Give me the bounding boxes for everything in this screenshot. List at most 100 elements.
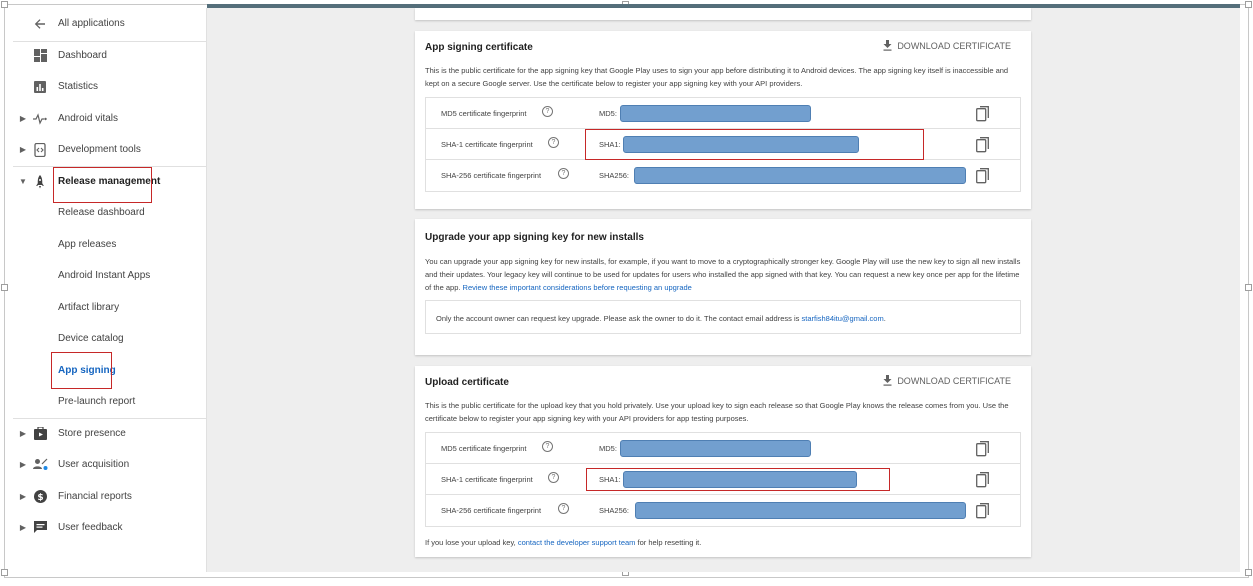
selection-frame-right [1248,4,1249,578]
card-title: Upload certificate [425,377,509,388]
copy-icon[interactable] [976,106,990,122]
dollar-icon: $ [32,489,48,505]
fingerprint-label: MD5 certificate fingerprint [441,444,527,453]
sidebar-item-release-dashboard[interactable]: Release dashboard [13,197,207,228]
vitals-pulse-icon [32,111,48,127]
app-signing-certificate-card: App signing certificate DOWNLOAD CERTIFI… [415,31,1031,209]
card-title: Upgrade your app signing key for new ins… [425,232,644,243]
previous-card [415,8,1031,20]
notice-text: Only the account owner can request key u… [436,314,802,323]
sidebar-item-user-acquisition[interactable]: ▶ User acquisition [13,449,207,480]
sidebar-item-financial-reports[interactable]: ▶ $ Financial reports [13,481,207,512]
fingerprint-row-sha256: SHA-256 certificate fingerprint ? SHA256… [426,495,1020,526]
help-icon[interactable]: ? [558,168,569,179]
resize-handle[interactable] [1245,1,1252,8]
highlight-box [585,129,924,160]
download-certificate-button[interactable]: DOWNLOAD CERTIFICATE [883,375,1011,386]
redacted-fingerprint [620,440,811,457]
card-description: You can upgrade your app signing key for… [425,255,1021,294]
fingerprint-row-md5: MD5 certificate fingerprint ? MD5: [426,433,1020,464]
caret-right-icon: ▶ [19,492,27,501]
caret-right-icon: ▶ [19,523,27,532]
sidebar-item-artifact-library[interactable]: Artifact library [13,292,207,323]
svg-text:$: $ [37,493,43,503]
upgrade-key-card: Upgrade your app signing key for new ins… [415,219,1031,355]
sidebar-item-label: Pre-launch report [58,396,136,407]
download-label: DOWNLOAD CERTIFICATE [897,375,1011,386]
sidebar-item-label: Android Instant Apps [58,270,151,281]
redacted-fingerprint [634,167,966,184]
owner-notice: Only the account owner can request key u… [425,300,1021,334]
highlight-box [51,352,112,389]
fingerprint-prefix: MD5: [599,109,617,118]
copy-icon[interactable] [976,472,990,488]
arrow-back-icon [32,16,48,32]
feedback-icon [32,520,48,536]
upload-certificate-card: Upload certificate DOWNLOAD CERTIFICATE … [415,366,1031,557]
redacted-fingerprint [620,105,811,122]
fingerprint-label: SHA-256 certificate fingerprint [441,171,542,180]
card-description: This is the public certificate for the u… [425,401,1009,423]
footer-text: If you lose your upload key, [425,538,518,547]
sidebar-item-label: Android vitals [58,113,119,124]
caret-right-icon: ▶ [19,114,27,123]
selection-frame-bottom [4,577,1249,578]
footer-text-end: for help resetting it. [635,538,702,547]
selection-frame-left [4,4,5,578]
fingerprint-prefix: SHA256: [599,171,630,180]
sidebar-item-label: All applications [58,18,125,29]
download-icon [883,40,892,51]
sidebar-item-pre-launch-report[interactable]: Pre-launch report [13,386,207,417]
copy-icon[interactable] [976,137,990,153]
sidebar-item-label: Financial reports [58,491,132,502]
copy-icon[interactable] [976,503,990,519]
download-icon [883,375,892,386]
owner-email-link[interactable]: starfish84itu@gmail.com [801,314,883,323]
fingerprint-row-md5: MD5 certificate fingerprint ? MD5: [426,98,1020,129]
sidebar-item-android-vitals[interactable]: ▶ Android vitals [13,103,207,134]
help-icon[interactable]: ? [548,137,559,148]
download-label: DOWNLOAD CERTIFICATE [897,40,1011,51]
fingerprint-prefix: SHA256: [599,506,630,515]
dev-tools-icon [32,142,48,158]
resize-handle[interactable] [1245,284,1252,291]
bar-chart-icon [32,79,48,95]
caret-down-icon: ▼ [19,177,27,186]
sidebar-item-statistics[interactable]: Statistics [13,71,207,102]
help-icon[interactable]: ? [548,472,559,483]
review-considerations-link[interactable]: Review these important considerations be… [463,283,692,292]
notice-end: . [883,314,886,323]
sidebar-item-development-tools[interactable]: ▶ Development tools [13,134,207,165]
highlight-box [586,468,890,491]
resize-handle[interactable] [1245,569,1252,576]
developer-support-link[interactable]: contact the developer support team [518,538,636,547]
upload-footer: If you lose your upload key, contact the… [425,536,1021,549]
sidebar-item-user-feedback[interactable]: ▶ User feedback [13,512,207,543]
sidebar-item-label: Development tools [58,144,141,155]
sidebar-item-app-releases[interactable]: App releases [13,229,207,260]
help-icon[interactable]: ? [542,106,553,117]
store-play-icon [32,426,48,442]
dashboard-icon [32,48,48,64]
sidebar-item-android-instant-apps[interactable]: Android Instant Apps [13,260,207,291]
help-icon[interactable]: ? [558,503,569,514]
fingerprint-label: SHA-1 certificate fingerprint [441,140,533,149]
sidebar-item-label: Dashboard [58,50,107,61]
sidebar-item-store-presence[interactable]: ▶ Store presence [13,418,207,449]
copy-icon[interactable] [976,168,990,184]
sidebar-nav: All applications Dashboard Statistics ▶ … [13,8,207,572]
sidebar-item-all-applications[interactable]: All applications [13,8,207,39]
sidebar-item-label: User acquisition [58,459,130,470]
resize-handle[interactable] [1,569,8,576]
user-acquisition-icon [32,457,48,473]
sidebar-item-dashboard[interactable]: Dashboard [13,40,207,71]
download-certificate-button[interactable]: DOWNLOAD CERTIFICATE [883,40,1011,51]
resize-handle[interactable] [1,284,8,291]
fingerprint-label: MD5 certificate fingerprint [441,109,527,118]
help-icon[interactable]: ? [542,441,553,452]
copy-icon[interactable] [976,441,990,457]
resize-handle[interactable] [1,1,8,8]
caret-right-icon: ▶ [19,145,27,154]
sidebar-item-device-catalog[interactable]: Device catalog [13,323,207,354]
fingerprint-label: SHA-1 certificate fingerprint [441,475,533,484]
